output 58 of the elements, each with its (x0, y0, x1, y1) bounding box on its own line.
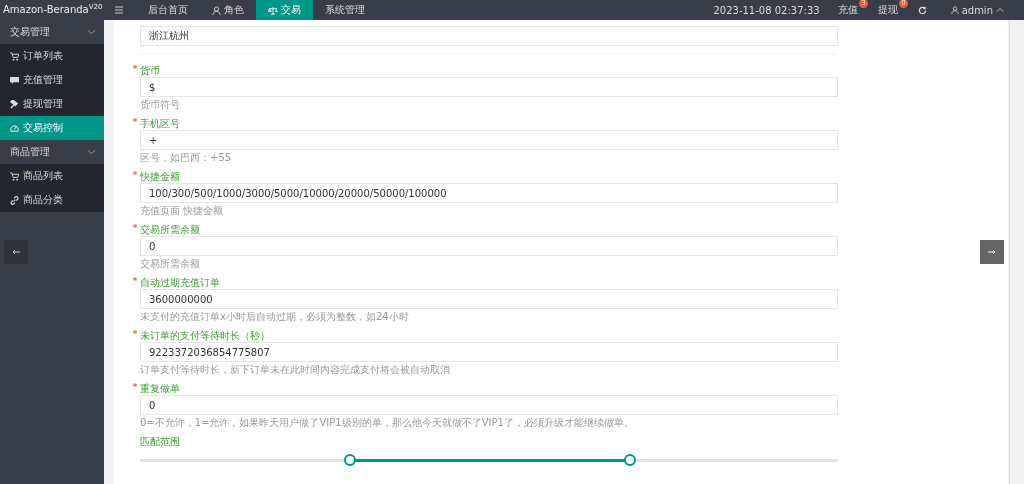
brand-logo: Amazon-Beranda$^{V20}$ (2, 1, 103, 17)
help-text: 订单支付等待时长，新下订单未在此时间内容完成支付将会被自动取消 (140, 364, 451, 376)
text-field[interactable]: + (140, 130, 838, 150)
nav-tab[interactable]: 后台首页 (136, 0, 201, 20)
menu-icon[interactable] (114, 5, 125, 15)
help-text: 未支付的充值订单x小时后自动过期，必须为整数，如24小时 (140, 311, 410, 323)
refresh-icon[interactable] (917, 5, 927, 15)
sidebar-item[interactable]: 充值管理 (0, 68, 104, 92)
scale-icon (268, 5, 279, 15)
cart-icon (10, 51, 19, 61)
clock-text: 2023-11-08 02:37:33 (713, 4, 820, 16)
field-label: 未订单的支付等待时长（秒） (140, 330, 270, 342)
help-text: 0=不允许，1=允许，如果昨天用户做了VIP1级别的单，那么他今天就做不了VIP1了，必须升级才能继续做单。 (140, 417, 635, 429)
nav-tab[interactable]: 系统管理 (313, 0, 378, 20)
arrow-left-icon (12, 249, 20, 255)
caret-icon (996, 7, 1004, 13)
nav-tab[interactable]: 角色 (200, 0, 257, 20)
text-field[interactable]: 浙江杭州 (140, 26, 838, 46)
text-field[interactable]: 100/300/500/1000/3000/5000/10000/20000/50000/100000 (140, 183, 838, 203)
user-menu[interactable]: admin (944, 3, 1010, 17)
nav-tab[interactable]: 交易 (256, 0, 314, 20)
field-label: 交易所需余额 (140, 224, 200, 236)
sidebar-item[interactable]: 商品列表 (0, 164, 104, 188)
slider-thumb[interactable] (344, 454, 357, 466)
hammer-icon (10, 99, 19, 109)
help-text: 充值页面 快捷金额 (140, 205, 225, 217)
sidebar-group[interactable]: 交易管理 (0, 20, 104, 44)
sidebar-item[interactable]: 交易控制 (0, 116, 104, 140)
person-icon (950, 6, 959, 14)
cart-icon (10, 171, 19, 181)
person-icon (212, 5, 222, 15)
text-field[interactable]: 0 (140, 395, 838, 415)
field-label: 货币 (140, 65, 160, 77)
gauge-icon (10, 123, 19, 133)
help-text: 货币符号 (140, 99, 181, 111)
arrow-right-icon (988, 249, 996, 255)
field-label: 自动过期充值订单 (140, 277, 220, 289)
text-field[interactable]: 0 (140, 236, 838, 256)
help-text: 区号，如巴西：+55 (140, 152, 233, 164)
field-label: 快捷金额 (140, 171, 180, 183)
slider-thumb[interactable] (623, 454, 636, 466)
text-field[interactable]: 3600000000 (140, 289, 838, 309)
sidebar-item[interactable]: 商品分类 (0, 188, 104, 212)
scroll-right-button[interactable] (980, 240, 1004, 264)
text-field[interactable]: 9223372036854775807 (140, 342, 838, 362)
chevron-icon (87, 149, 96, 155)
text-field[interactable]: $ (140, 77, 838, 97)
scroll-left-button[interactable] (4, 240, 28, 264)
chevron-icon (87, 29, 96, 35)
sidebar-item[interactable]: 提现管理 (0, 92, 104, 116)
help-text: 交易所需余额 (140, 258, 201, 270)
field-label: 重复做单 (140, 383, 180, 395)
sidebar-item[interactable]: 订单列表 (0, 44, 104, 68)
chat-icon (10, 75, 19, 85)
sidebar-group[interactable]: 商品管理 (0, 140, 104, 164)
field-label: 手机区号 (140, 118, 180, 130)
field-label: 匹配范围 (140, 436, 180, 448)
link-icon (10, 195, 19, 205)
